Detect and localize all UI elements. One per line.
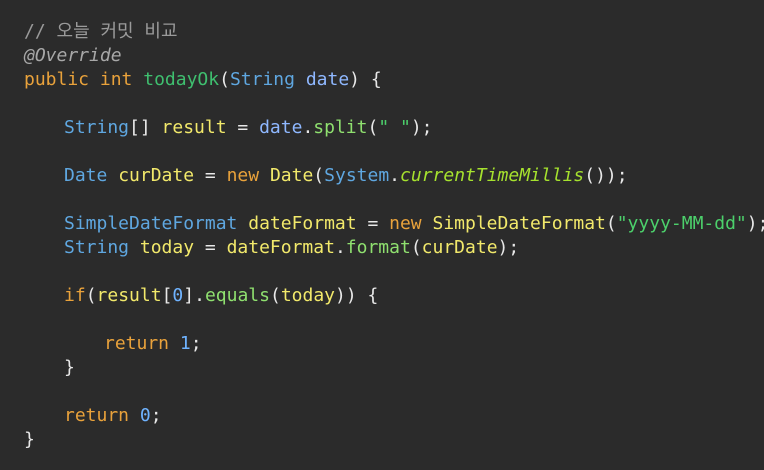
code-token-keyword: int [99, 69, 133, 90]
code-token-punct: ); [410, 117, 433, 138]
code-token-keyword: return [104, 333, 170, 354]
code-token-var: curDate [421, 237, 498, 258]
code-token-class2: SimpleDateFormat [432, 213, 606, 234]
code-token-type: Date [64, 165, 108, 186]
code-token-punct: [] [129, 117, 162, 138]
code-token-annot: @Override [24, 45, 122, 66]
code-line: if(result[0].equals(today)) { [24, 284, 764, 308]
code-token-punct: } [24, 429, 35, 450]
code-token-new: new [389, 213, 422, 234]
code-token-type: System [324, 165, 390, 186]
code-token-var: today [280, 285, 335, 306]
code-line: String[] result = date.split(" "); [24, 116, 764, 140]
code-token-method: todayOk [143, 69, 220, 90]
code-line: } [24, 356, 764, 380]
code-token-number: 0 [172, 285, 184, 306]
code-line: return 0; [24, 404, 764, 428]
code-token-punct: ) { [349, 69, 382, 90]
code-line: } [24, 428, 764, 452]
code-line: @Override [24, 44, 764, 68]
code-line: // 오늘 커밋 비교 [24, 20, 764, 44]
code-token-var: today [139, 237, 195, 258]
code-token-punct: ); [746, 213, 764, 234]
code-token-type: SimpleDateFormat [64, 213, 238, 234]
code-token-punct: ( [219, 69, 230, 90]
code-token-punct: ( [410, 237, 422, 258]
code-token-punct: ( [313, 165, 325, 186]
code-token-keyword: return [64, 405, 130, 426]
code-token-number: 1 [179, 333, 191, 354]
code-token-var: curDate [118, 165, 195, 186]
code-token-var: dateFormat [248, 213, 357, 234]
code-token-punct: ( [85, 285, 97, 306]
code-token-var: dateFormat [226, 237, 335, 258]
code-token-punct: . [302, 117, 314, 138]
code-token-punct: } [64, 357, 75, 378]
code-token-string: " " [378, 117, 411, 138]
code-token-type: String [64, 237, 130, 258]
code-editor[interactable]: // 오늘 커밋 비교 @Override public int todayOk(S… [0, 0, 764, 470]
code-token-punct: )) { [335, 285, 379, 306]
code-block: // 오늘 커밋 비교 @Override public int todayOk(S… [24, 20, 764, 452]
code-token-static: currentTimeMillis [400, 165, 585, 186]
code-line: public int todayOk(String date) { [24, 68, 764, 92]
code-token-punct: [ [161, 285, 173, 306]
code-token-param: date [305, 69, 350, 90]
code-token-call: format [345, 237, 411, 258]
code-token-punct: ( [605, 213, 617, 234]
code-token-string: "yyyy-MM-dd" [616, 213, 747, 234]
code-token-punct: ; [150, 405, 162, 426]
code-token-keyword: if [64, 285, 86, 306]
code-line: SimpleDateFormat dateFormat = new Simple… [24, 212, 764, 236]
code-token-class2: Date [269, 165, 314, 186]
code-token-punct: ( [367, 117, 379, 138]
code-token-var: result [96, 285, 162, 306]
code-token-call: split [313, 117, 368, 138]
code-token-punct: = [226, 117, 260, 138]
code-token-punct: . [389, 165, 401, 186]
code-line: return 1; [24, 332, 764, 356]
code-token-type: String [64, 117, 130, 138]
code-token-comment: // 오늘 커밋 비교 [24, 21, 178, 42]
code-token-punct: = [356, 213, 390, 234]
code-token-punct: ); [497, 237, 520, 258]
code-token-keyword: public [24, 69, 90, 90]
code-token-punct: ( [269, 285, 281, 306]
code-token-punct: ; [190, 333, 202, 354]
code-token-punct: . [334, 237, 346, 258]
code-token-param: date [259, 117, 303, 138]
code-token-new: new [226, 165, 260, 186]
code-token-number: 0 [139, 405, 151, 426]
code-token-type: String [229, 69, 295, 90]
code-token-punct: = [194, 237, 227, 258]
code-token-punct: ()); [584, 165, 628, 186]
code-line: String today = dateFormat.format(curDate… [24, 236, 764, 260]
code-token-var: result [161, 117, 227, 138]
code-token-punct: = [194, 165, 227, 186]
code-token-call: equals [204, 285, 270, 306]
code-line: Date curDate = new Date(System.currentTi… [24, 164, 764, 188]
code-token-punct: ]. [183, 285, 205, 306]
